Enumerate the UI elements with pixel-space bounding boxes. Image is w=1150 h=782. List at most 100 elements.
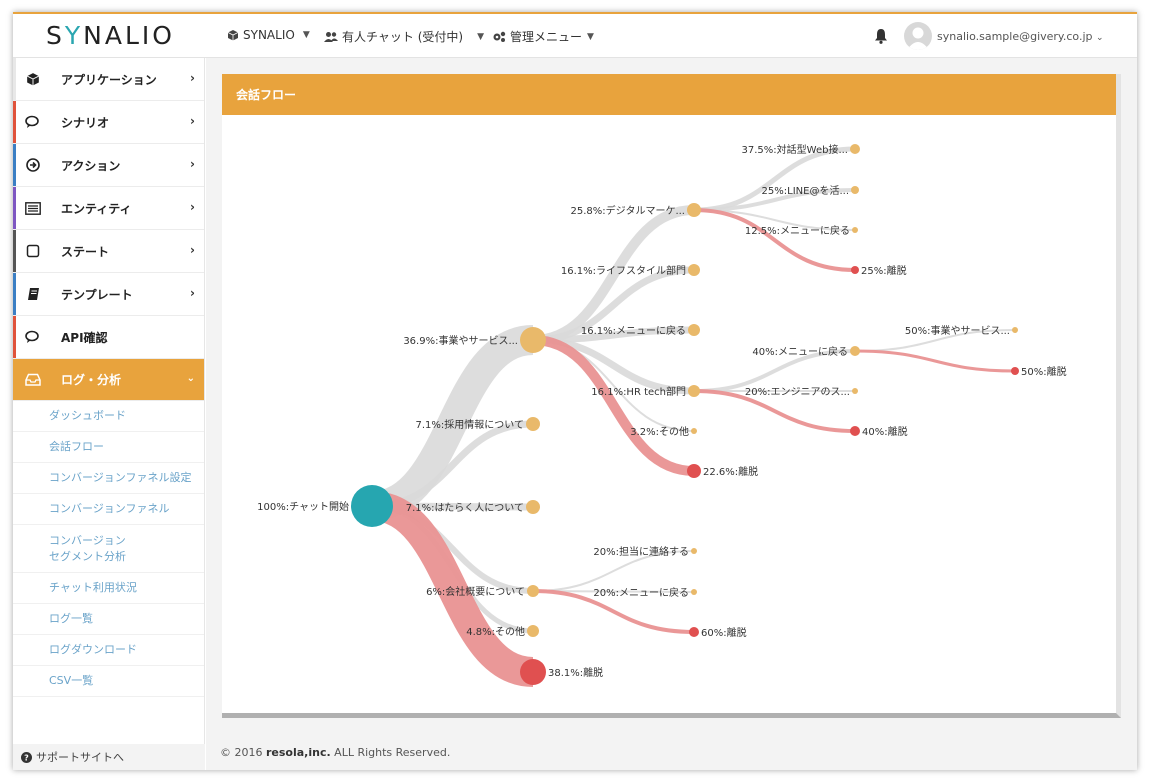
conversation-flow-tree[interactable]: 100%:チャット開始 36.9%:事業やサービス... 7.1%:採用情報について…: [222, 115, 1121, 713]
flow-node[interactable]: [691, 428, 697, 434]
sidebar-item-log-analysis[interactable]: ログ・分析 ⌄: [13, 359, 204, 401]
support-link[interactable]: ? サポートサイトへ: [13, 744, 205, 770]
subnav-conversation-flow[interactable]: 会話フロー: [13, 432, 204, 463]
flow-node[interactable]: [520, 327, 546, 353]
chevron-right-icon: ›: [190, 71, 195, 85]
dropout-node[interactable]: [689, 627, 699, 637]
chat-icon: [25, 329, 41, 345]
item-accent-bar: [13, 101, 16, 143]
flow-node[interactable]: [688, 264, 700, 276]
sidebar-item-template[interactable]: テンプレート ›: [13, 273, 204, 316]
chat-dropdown-label: 有人チャット (受付中): [342, 30, 464, 44]
flow-node-label: 7.1%:はたらく人について: [406, 502, 524, 514]
flow-node[interactable]: [688, 324, 700, 336]
bell-icon[interactable]: [874, 28, 888, 48]
flow-node[interactable]: [527, 625, 539, 637]
sidebar-item-state[interactable]: ステート ›: [13, 230, 204, 273]
footer: © 2016 resola,inc. ALL Rights Reserved.: [220, 746, 450, 759]
flow-node-label: 40%:離脱: [862, 425, 908, 438]
dropout-node[interactable]: [851, 266, 859, 274]
flow-node[interactable]: [850, 144, 860, 154]
flow-node[interactable]: [691, 589, 697, 595]
item-accent-bar: [13, 144, 16, 186]
flow-node-label: 50%:事業やサービス...: [905, 324, 1010, 337]
sidebar: アプリケーション › シナリオ › アクション › エンティティ › ステート …: [13, 58, 205, 770]
chevron-right-icon: ›: [190, 243, 195, 257]
avatar[interactable]: [904, 22, 932, 50]
flow-node-label: 16.1%:メニューに戻る: [581, 324, 686, 337]
admin-dropdown-label: 管理メニュー: [510, 30, 583, 44]
sidebar-item-label: エンティティ: [61, 201, 132, 216]
subnav-dashboard[interactable]: ダッシュボード: [13, 401, 204, 432]
flow-node-label: 4.8%:その他: [466, 625, 525, 638]
square-icon: [25, 243, 41, 259]
subnav-chat-usage[interactable]: チャット利用状況: [13, 573, 204, 604]
arrow-circle-icon: [25, 157, 41, 173]
subnav-label-line1: コンバージョン: [49, 533, 126, 547]
flow-node-label: 20%:メニューに戻る: [593, 586, 689, 599]
flow-node[interactable]: [351, 485, 393, 527]
flow-node-label: 20%:エンジニアのス...: [745, 387, 850, 398]
dropout-node[interactable]: [687, 464, 701, 478]
synalio-logo[interactable]: SYNALIO: [46, 21, 175, 50]
inbox-icon: [25, 372, 41, 388]
flow-node-label: 50%:離脱: [1021, 365, 1067, 378]
chevron-right-icon: ›: [190, 286, 195, 300]
flow-node[interactable]: [687, 203, 701, 217]
flow-node-label: 38.1%:離脱: [548, 666, 603, 679]
subnav-funnel[interactable]: コンバージョンファネル: [13, 494, 204, 525]
dropout-node[interactable]: [1011, 367, 1019, 375]
flow-node[interactable]: [688, 385, 700, 397]
caret-down-icon: ▼: [477, 31, 484, 42]
flow-node[interactable]: [526, 500, 540, 514]
subnav-csv-list[interactable]: CSV一覧: [13, 666, 204, 697]
flow-node-label: 37.5%:対話型Web接...: [742, 143, 848, 156]
flow-node-label: 7.1%:採用情報について: [416, 418, 524, 431]
chat-dropdown[interactable]: 有人チャット (受付中) ▼: [324, 28, 484, 45]
sidebar-item-action[interactable]: アクション ›: [13, 144, 204, 187]
subnav-log-download[interactable]: ログダウンロード: [13, 635, 204, 666]
svg-text:?: ?: [24, 753, 29, 762]
footer-copyright: © 2016: [220, 746, 263, 759]
item-accent-bar: [13, 58, 16, 100]
flow-node[interactable]: [527, 585, 539, 597]
subnav-funnel-settings[interactable]: コンバージョンファネル設定: [13, 463, 204, 494]
cube-icon: [25, 71, 41, 87]
flow-node-label: 25.8%:デジタルマーケ...: [571, 204, 685, 217]
flow-node-label: 36.9%:事業やサービス...: [403, 334, 518, 347]
conversation-flow-panel: 会話フロー 100%:チャット開始 36.9%:事業やサービス... 7.1%:採用…: [222, 74, 1121, 718]
flow-node[interactable]: [852, 388, 858, 394]
question-circle-icon: ?: [21, 751, 32, 763]
sidebar-item-label: API確認: [61, 330, 108, 345]
flow-node[interactable]: [1012, 327, 1018, 333]
cube-icon: [227, 30, 239, 41]
flow-node[interactable]: [691, 548, 697, 554]
sidebar-item-api[interactable]: API確認: [13, 316, 204, 359]
dropout-node[interactable]: [850, 426, 860, 436]
sidebar-item-applications[interactable]: アプリケーション ›: [13, 58, 204, 101]
support-link-label: サポートサイトへ: [36, 751, 124, 764]
admin-dropdown[interactable]: 管理メニュー ▼: [492, 28, 594, 45]
flow-node[interactable]: [526, 417, 540, 431]
flow-node[interactable]: [850, 346, 860, 356]
user-email: synalio.sample@givery.co.jp: [937, 30, 1093, 43]
sidebar-item-entity[interactable]: エンティティ ›: [13, 187, 204, 230]
app-dropdown[interactable]: SYNALIO ▼: [227, 28, 310, 42]
sidebar-item-scenario[interactable]: シナリオ ›: [13, 101, 204, 144]
chevron-down-icon: ⌄: [1096, 33, 1104, 43]
sidebar-item-label: ログ・分析: [61, 373, 122, 387]
book-icon: [25, 286, 41, 302]
flow-node[interactable]: [851, 186, 859, 194]
user-menu[interactable]: synalio.sample@givery.co.jp ⌄: [937, 30, 1104, 43]
app-dropdown-label: SYNALIO: [243, 28, 295, 42]
gears-icon: [493, 31, 506, 42]
subnav-segment-analysis[interactable]: コンバージョン セグメント分析: [13, 525, 204, 573]
flow-node-label: 16.1%:ライフスタイル部門: [561, 264, 686, 277]
subnav-log-list[interactable]: ログ一覧: [13, 604, 204, 635]
flow-node[interactable]: [852, 227, 858, 233]
item-accent-bar: [13, 316, 16, 358]
flow-node-label: 16.1%:HR tech部門: [591, 385, 686, 398]
subnav-label-line2: セグメント分析: [49, 549, 126, 563]
dropout-node[interactable]: [520, 659, 546, 685]
flow-node-label: 25%:LINE@を活...: [762, 185, 849, 197]
